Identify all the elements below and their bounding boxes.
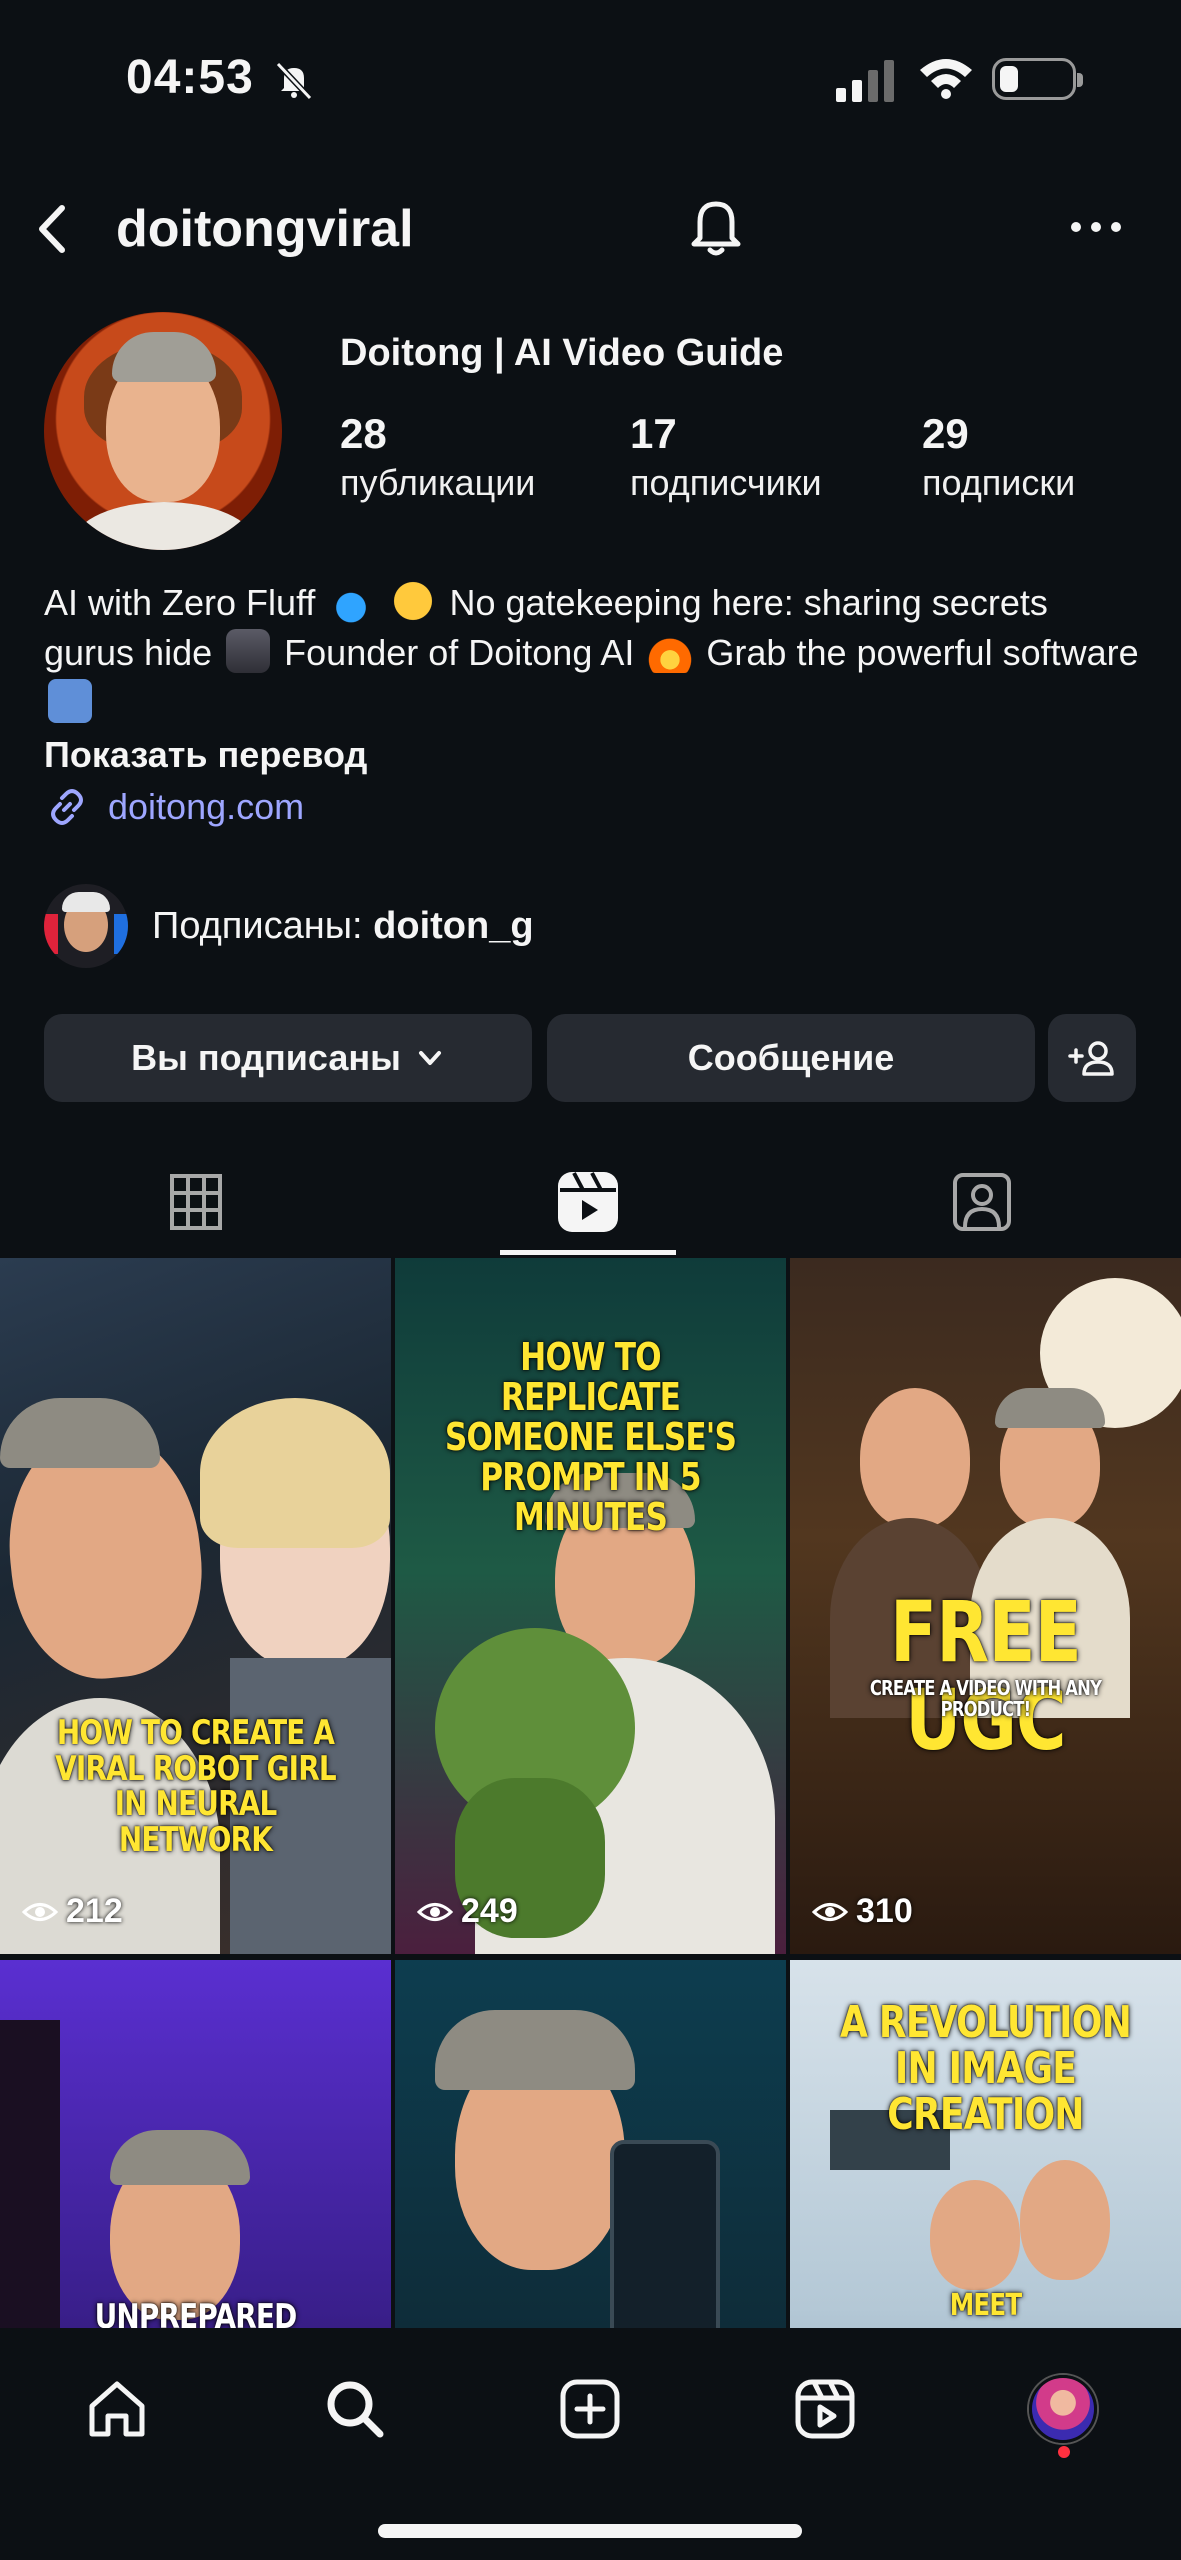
active-tab-indicator <box>500 1250 676 1255</box>
movie-camera-emoji-icon <box>226 629 271 673</box>
reels-icon <box>558 1172 618 1232</box>
reel-tile[interactable]: HOW TO REPLICATE SOMEONE ELSE'S PROMPT I… <box>395 1258 786 1954</box>
reel-tile[interactable] <box>395 1960 786 2328</box>
home-indicator[interactable] <box>378 2524 802 2538</box>
bio-text-4: Grab the powerful software <box>706 632 1139 673</box>
tab-posts-grid[interactable] <box>108 1150 284 1254</box>
message-button-label: Сообщение <box>687 1037 895 1078</box>
reel-caption: HOW TO CREATE A VIRAL ROBOT GIRL IN NEUR… <box>55 1713 337 1861</box>
nav-reels[interactable] <box>780 2364 870 2454</box>
tab-tagged[interactable] <box>894 1150 1070 1254</box>
eye-icon <box>22 1902 58 1921</box>
reel-tile[interactable]: UNPREPARED <box>0 1960 391 2328</box>
chevron-down-icon <box>418 1051 441 1065</box>
follower-avatar <box>44 884 128 968</box>
search-icon <box>327 2381 384 2438</box>
following-button-label: Вы подписаны <box>131 1037 401 1078</box>
bio-text-3: Founder of Doitong AI <box>284 632 635 673</box>
mute-bell-icon <box>275 61 313 101</box>
back-arrow-icon[interactable] <box>28 196 78 262</box>
tab-reels[interactable] <box>500 1150 676 1254</box>
reel-subcaption: MEET <box>949 2288 1022 2323</box>
stat-followers-count: 17 <box>630 410 677 457</box>
reel-views: 249 <box>417 1892 518 1931</box>
message-button[interactable]: Сообщение <box>547 1014 1035 1102</box>
reel-views: 212 <box>22 1892 123 1931</box>
profile-header: doitongviral <box>0 180 1181 280</box>
following-button[interactable]: Вы подписаны <box>44 1014 532 1102</box>
followed-by-prefix: Подписаны: <box>152 904 363 947</box>
nav-profile-avatar <box>1029 2375 1097 2443</box>
reel-views-count: 249 <box>461 1892 518 1930</box>
display-name: Doitong | AI Video Guide <box>340 332 784 374</box>
status-time: 04:53 <box>126 51 254 104</box>
eye-icon <box>812 1902 848 1921</box>
battery-icon <box>992 58 1083 100</box>
stat-followers-label: подписчики <box>630 462 822 503</box>
nav-create[interactable] <box>545 2364 635 2454</box>
notification-dot <box>1058 2446 1070 2458</box>
add-user-button[interactable] <box>1048 1014 1136 1102</box>
tagged-icon <box>953 1173 1011 1231</box>
nav-profile[interactable] <box>1018 2364 1108 2454</box>
nav-home[interactable] <box>72 2364 162 2454</box>
nav-search[interactable] <box>310 2364 400 2454</box>
profile-link-url: doitong.com <box>108 786 305 827</box>
fire-emoji-icon <box>648 629 693 673</box>
reel-views-count: 212 <box>66 1892 123 1930</box>
down-arrow-emoji-icon <box>48 679 92 723</box>
link-icon <box>51 789 83 825</box>
profile-tabs <box>0 1150 1181 1255</box>
stat-following-label: подписки <box>922 462 1076 503</box>
profile-username: doitongviral <box>116 200 414 258</box>
reel-views: 310 <box>812 1892 913 1931</box>
reel-caption: A REVOLUTION IN IMAGE CREATION <box>840 1997 1132 2141</box>
stat-posts[interactable]: 28 публикации <box>340 408 535 506</box>
stat-posts-label: публикации <box>340 462 536 503</box>
droplet-emoji-icon <box>329 579 374 623</box>
stat-followers[interactable]: 17 подписчики <box>630 408 822 506</box>
show-translation-link[interactable]: Показать перевод <box>44 730 367 780</box>
home-icon <box>89 2381 145 2437</box>
wifi-icon <box>920 59 972 99</box>
bio-text-1: AI with Zero Fluff <box>44 582 316 623</box>
shushing-face-emoji-icon <box>391 579 436 623</box>
reel-tile[interactable]: HOW TO CREATE A VIRAL ROBOT GIRL IN NEUR… <box>0 1258 391 1954</box>
add-user-icon <box>1068 1041 1114 1076</box>
more-icon[interactable] <box>1064 202 1128 252</box>
reels-grid: HOW TO CREATE A VIRAL ROBOT GIRL IN NEUR… <box>0 1258 1181 2328</box>
grid-icon <box>170 1174 222 1230</box>
signal-icon <box>836 60 894 102</box>
reel-caption: HOW TO REPLICATE SOMEONE ELSE'S PROMPT I… <box>444 1335 737 1539</box>
bell-icon[interactable] <box>686 192 746 262</box>
followed-by[interactable]: Подписаны: doiton_g <box>44 884 534 968</box>
profile-bio: AI with Zero Fluff No gatekeeping here: … <box>44 578 1144 728</box>
eye-icon <box>417 1902 453 1921</box>
stat-following[interactable]: 29 подписки <box>922 408 1075 506</box>
reels-nav-icon <box>795 2379 855 2439</box>
profile-link[interactable]: doitong.com <box>44 780 304 834</box>
profile-avatar[interactable] <box>44 312 282 550</box>
create-icon <box>560 2379 620 2439</box>
stat-posts-count: 28 <box>340 410 387 457</box>
reel-tile[interactable]: FREE UGC CREATE A VIDEO WITH ANY PRODUCT… <box>790 1258 1181 1954</box>
reel-tile[interactable]: A REVOLUTION IN IMAGE CREATION MEET <box>790 1960 1181 2328</box>
followed-by-user: doiton_g <box>373 904 534 947</box>
reel-subcaption: CREATE A VIDEO WITH ANY PRODUCT! <box>869 1676 1102 1721</box>
reel-caption: UNPREPARED <box>94 2297 298 2328</box>
reel-views-count: 310 <box>856 1892 913 1930</box>
status-bar: 04:53 <box>0 0 1181 160</box>
stat-following-count: 29 <box>922 410 969 457</box>
